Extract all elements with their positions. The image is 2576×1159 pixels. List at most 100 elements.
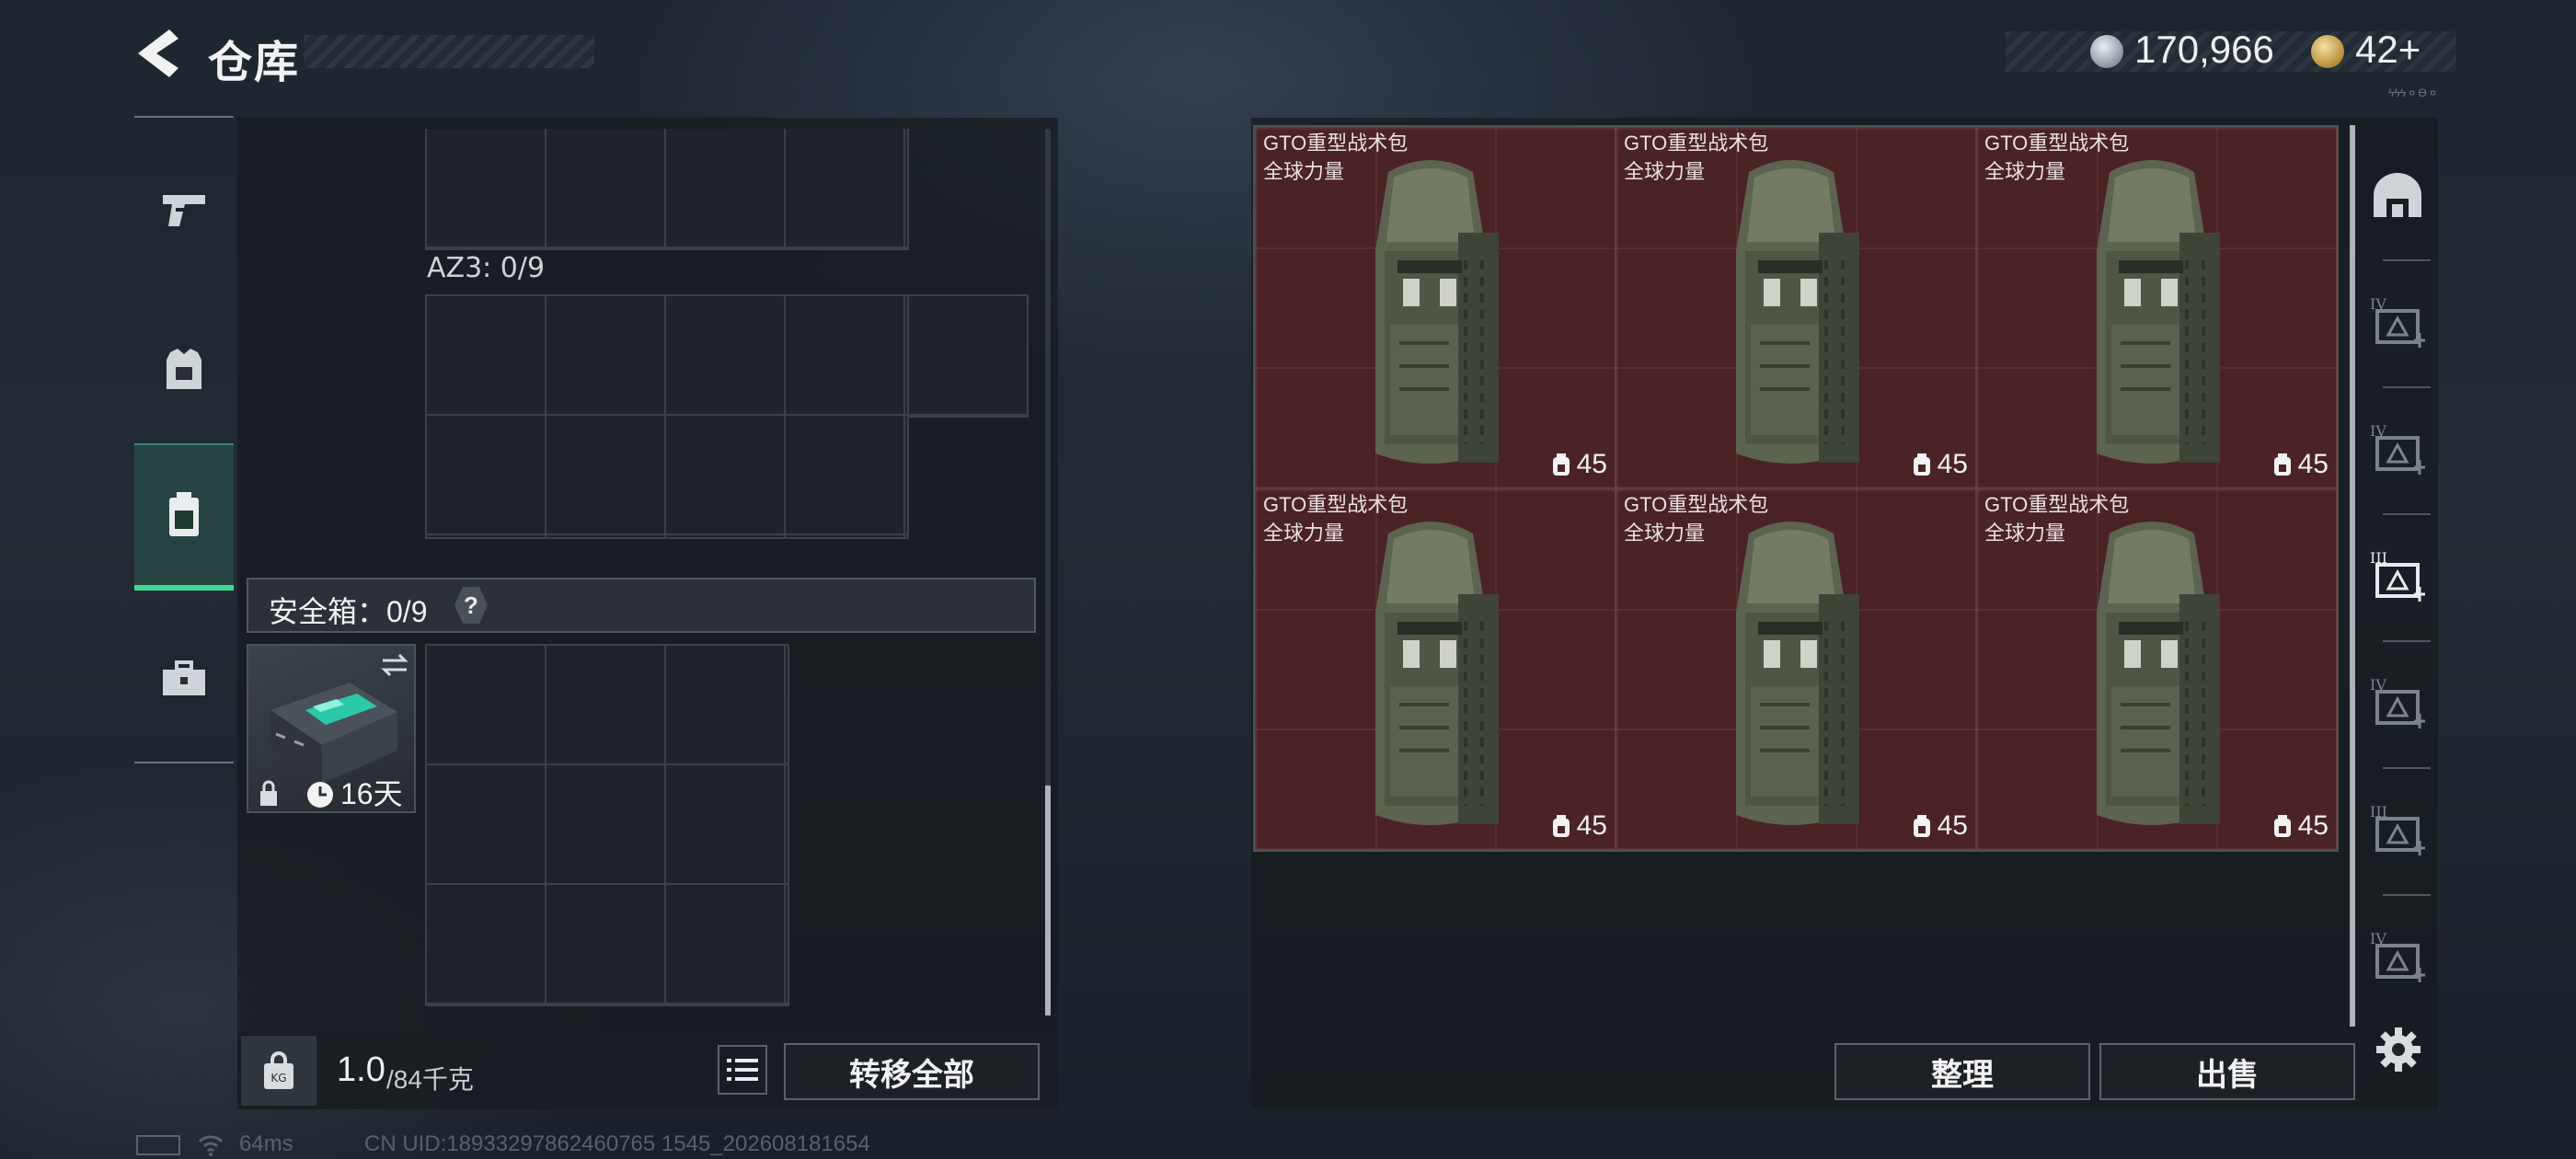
page-title: 仓库: [208, 39, 301, 87]
transfer-all-button[interactable]: 转移全部: [784, 1043, 1040, 1100]
az3-grid[interactable]: [425, 294, 909, 539]
item-name: GTO重型战术包: [1984, 493, 2130, 516]
tab-supplies[interactable]: [134, 605, 234, 752]
backpack-item-icon: [1375, 522, 1499, 825]
container-item[interactable]: GTO重型战术包 全球力量 45: [1976, 127, 2337, 488]
tier-iv-folder-icon: IV: [2370, 422, 2425, 475]
tier-iii-warning-crate-icon: III: [2370, 549, 2425, 602]
item-capacity: 45: [1551, 810, 1607, 842]
title-decoration: [304, 35, 594, 68]
tier-iv-folder-icon: IV: [2370, 930, 2425, 982]
storage-scrollbar-thumb[interactable]: [1045, 786, 1051, 1016]
tab-backpack[interactable]: [134, 443, 234, 591]
item-name: GTO重型战术包: [1263, 493, 1409, 516]
silver-amount[interactable]: 170,966: [2134, 28, 2274, 72]
category-tabs: [134, 116, 234, 763]
svg-text:KG: KG: [270, 1072, 286, 1084]
container-item[interactable]: GTO重型战术包 全球力量 45: [1616, 127, 1976, 488]
az3-capacity-label: AZ3: 0/9: [427, 252, 546, 284]
tier-iv-weapon-case-icon: IV: [2370, 295, 2425, 348]
swap-icon: [381, 653, 408, 677]
capacity-icon: [1913, 815, 1930, 837]
container-item[interactable]: GTO重型战术包 全球力量 45: [1255, 488, 1616, 850]
capacity-value: 45: [2297, 449, 2329, 479]
item-name: GTO重型战术包: [1263, 132, 1409, 155]
sidebar-filter-3[interactable]: IV: [2364, 416, 2431, 482]
weight-max: /84千克: [386, 1065, 474, 1094]
capacity-icon: [1552, 815, 1570, 837]
list-icon: [727, 1059, 758, 1081]
capacity-icon: [1913, 453, 1930, 476]
item-faction: 全球力量: [1984, 522, 2066, 545]
capacity-icon: [2273, 453, 2291, 476]
sidebar-filter-7[interactable]: IV: [2364, 924, 2431, 990]
battery-icon: [136, 1135, 180, 1155]
sidebar-divider: [2383, 386, 2431, 388]
backpack-icon: [169, 492, 199, 536]
gold-amount[interactable]: 42+: [2355, 28, 2421, 72]
sidebar-filter-5[interactable]: IV: [2364, 670, 2431, 736]
gold-coin-icon: [2311, 35, 2344, 68]
sidebar-filter-2[interactable]: IV: [2364, 289, 2431, 355]
az3-grid-extension[interactable]: [907, 294, 1029, 418]
item-faction: 全球力量: [1263, 160, 1345, 183]
sidebar-filter-6[interactable]: III: [2364, 797, 2431, 863]
armor-vest-icon: [167, 349, 201, 389]
capacity-value: 45: [2297, 810, 2329, 841]
container-grid: GTO重型战术包 全球力量 45 GTO重型战术包 全球力量 45 GTO重型战…: [1253, 125, 2339, 852]
ping-text: 64ms: [239, 1131, 293, 1156]
container-scrollbar[interactable]: [2350, 125, 2355, 1027]
backpack-item-icon: [1736, 160, 1859, 464]
list-view-button[interactable]: [718, 1045, 767, 1095]
item-capacity: 45: [1551, 449, 1607, 480]
capacity-value: 45: [1937, 810, 1968, 841]
item-faction: 全球力量: [1984, 160, 2066, 183]
item-capacity: 45: [1912, 810, 1968, 842]
weight-icon-box: KG: [241, 1036, 316, 1106]
clock-icon: [307, 782, 333, 808]
item-faction: 全球力量: [1624, 522, 1706, 545]
container-item[interactable]: GTO重型战术包 全球力量 45: [1255, 127, 1616, 488]
capacity-icon: [1552, 453, 1570, 476]
item-name: GTO重型战术包: [1624, 493, 1769, 516]
capacity-value: 45: [1576, 449, 1607, 479]
item-capacity: 45: [1912, 449, 1968, 480]
sidebar-filter-1[interactable]: [2364, 162, 2431, 228]
capacity-icon: [2273, 815, 2291, 837]
item-faction: 全球力量: [1624, 160, 1706, 183]
settings-button[interactable]: [2366, 1017, 2431, 1082]
pocket-grid[interactable]: [425, 129, 909, 250]
container-item[interactable]: GTO重型战术包 全球力量 45: [1616, 488, 1976, 850]
tier-iii-warning-crate-icon: III: [2370, 803, 2425, 855]
item-capacity: 45: [2272, 449, 2329, 480]
sidebar-divider: [2383, 640, 2431, 642]
back-button[interactable]: [129, 24, 188, 83]
item-capacity: 45: [2272, 810, 2329, 842]
sidebar-filter-4[interactable]: III: [2364, 543, 2431, 609]
weight-icon: KG: [264, 1051, 293, 1089]
sidebar-divider: [2383, 767, 2431, 769]
sort-button[interactable]: 整理: [1834, 1043, 2090, 1100]
capacity-value: 45: [1937, 449, 1968, 479]
weight-current: 1.0: [337, 1050, 385, 1089]
safe-box-duration: 16天: [340, 777, 403, 810]
tab-weapons[interactable]: [134, 136, 234, 283]
tiny-indicator: ϟϟϟ ¤ ϴ ¤: [2388, 86, 2436, 99]
item-name: GTO重型战术包: [1624, 132, 1769, 155]
backpack-item-icon: [1375, 160, 1499, 464]
container-item[interactable]: GTO重型战术包 全球力量 45: [1976, 488, 2337, 850]
sidebar-divider: [2383, 513, 2431, 515]
lock-icon: [260, 780, 277, 806]
safe-box-grid[interactable]: [425, 644, 789, 1006]
sidebar-divider: [2383, 259, 2431, 261]
item-faction: 全球力量: [1263, 522, 1345, 545]
backpack-item-icon: [2097, 522, 2220, 825]
capacity-value: 45: [1576, 810, 1607, 841]
gear-icon: [2376, 1027, 2421, 1072]
pistol-icon: [163, 195, 205, 226]
tab-armor[interactable]: [134, 296, 234, 443]
sidebar-divider: [2383, 894, 2431, 896]
helmet-icon: [2374, 173, 2421, 217]
sell-button[interactable]: 出售: [2099, 1043, 2355, 1100]
item-name: GTO重型战术包: [1984, 132, 2130, 155]
